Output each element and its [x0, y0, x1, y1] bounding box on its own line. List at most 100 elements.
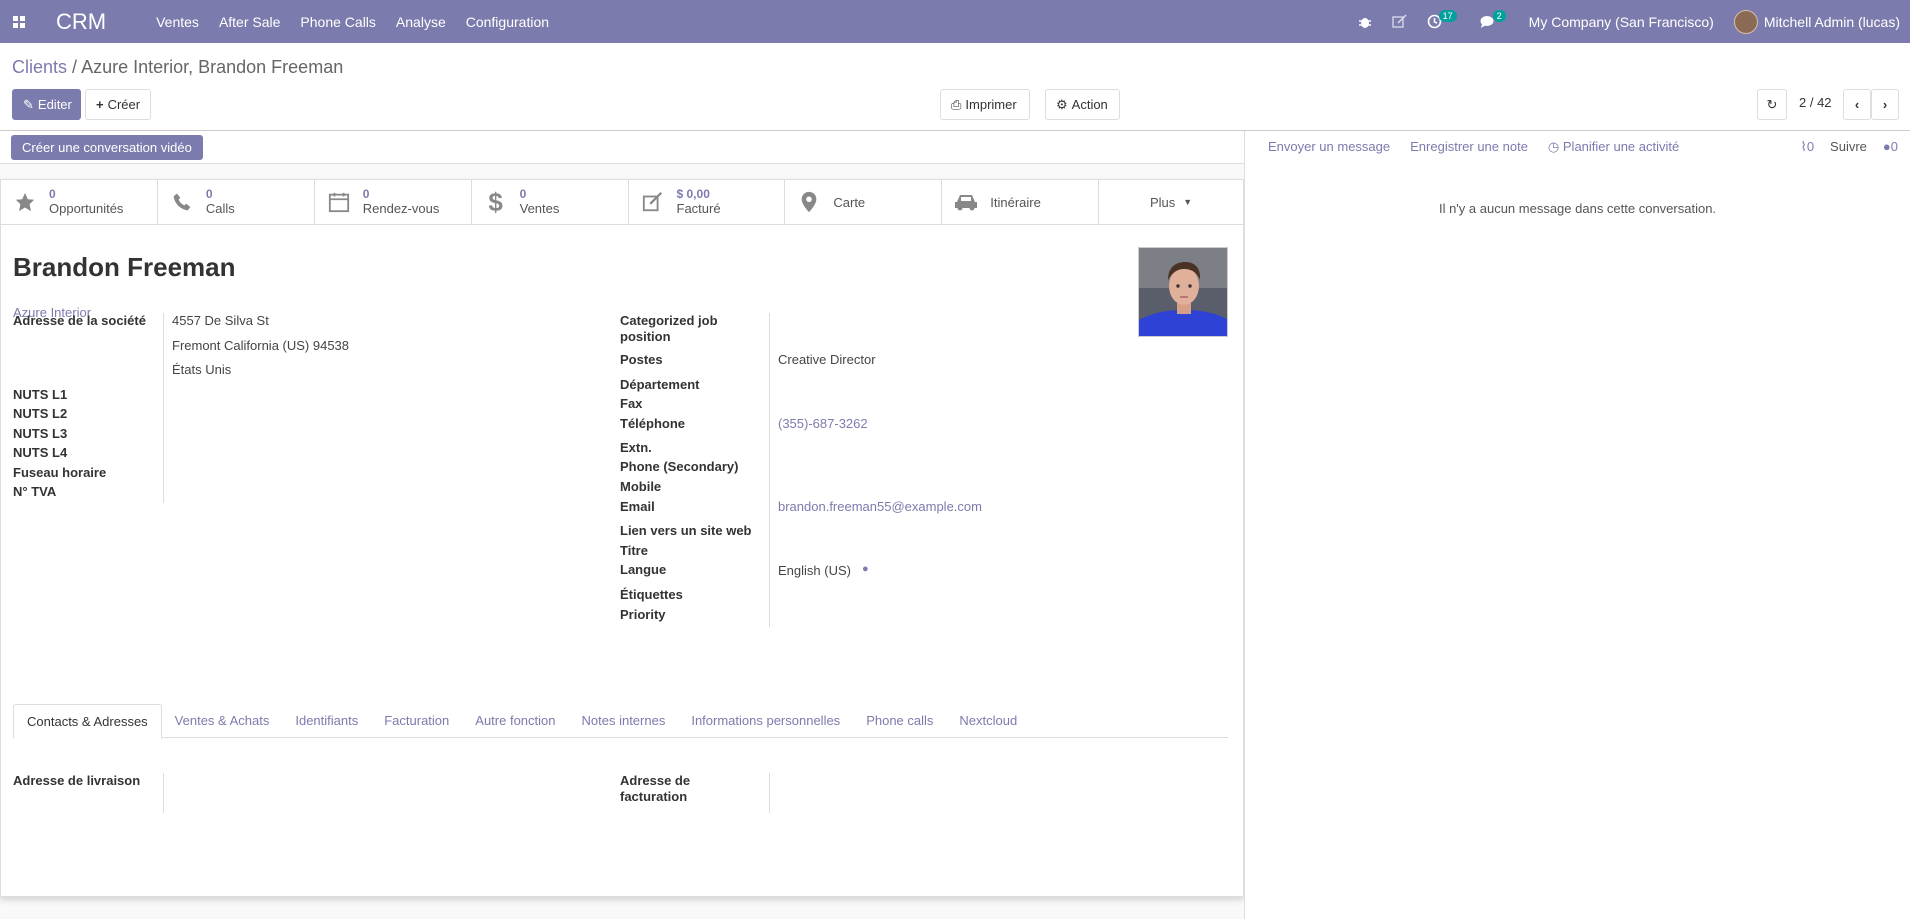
phone-field[interactable]: (355)-687-3262: [778, 416, 868, 432]
pager-value[interactable]: 2 / 42: [1799, 95, 1832, 110]
clock-icon: ◷: [1547, 139, 1563, 154]
stat-value: 0: [205, 187, 213, 201]
mobile-label: Mobile: [620, 479, 662, 494]
stat-invoiced[interactable]: $ 0,00 Facturé: [629, 180, 786, 224]
stat-sales[interactable]: $ 0 Ventes: [472, 180, 629, 224]
partner-photo[interactable]: [1138, 247, 1228, 337]
stat-meetings[interactable]: 0 Rendez-vous: [315, 180, 472, 224]
menu-phone-calls[interactable]: Phone Calls: [290, 14, 386, 30]
systray: 17 2 My Company (San Francisco) Mitchell…: [1348, 0, 1910, 43]
partner-name: Brandon Freeman: [13, 252, 236, 282]
stat-map[interactable]: Carte: [785, 180, 943, 224]
messages-icon[interactable]: 2: [1470, 0, 1519, 43]
city-line-field[interactable]: Fremont California (US) 94538: [172, 338, 349, 354]
stat-label: Ventes: [519, 201, 560, 216]
apps-menu-icon[interactable]: [0, 0, 38, 43]
attachments-button[interactable]: ⌇0: [1800, 139, 1814, 155]
extension-label: Extn.: [620, 440, 652, 455]
tab-nextcloud[interactable]: Nextcloud: [946, 704, 1030, 737]
email-label: Email: [620, 499, 655, 514]
stat-opportunities[interactable]: 0 Opportunités: [1, 180, 158, 224]
language-label: Langue: [620, 562, 667, 577]
stat-more[interactable]: Plus ▼: [1099, 180, 1243, 224]
reload-button[interactable]: ↻: [1757, 89, 1787, 120]
website-label: Lien vers un site web: [620, 523, 752, 538]
postes-label: Postes: [620, 352, 663, 367]
plus-icon: +: [96, 97, 104, 112]
nuts4-label: NUTS L4: [13, 445, 68, 460]
stat-label: Opportunités: [49, 201, 124, 216]
menu-configuration[interactable]: Configuration: [456, 14, 559, 30]
edit-icon[interactable]: [1382, 0, 1417, 43]
app-title[interactable]: CRM: [56, 9, 106, 35]
tags-label: Étiquettes: [620, 587, 683, 602]
user-menu[interactable]: Mitchell Admin (lucas): [1724, 0, 1910, 43]
categorized-job-label: Categorized job position: [620, 313, 718, 344]
vat-label: N° TVA: [13, 484, 57, 499]
activity-icon[interactable]: 17: [1417, 0, 1470, 43]
tab-identifiers[interactable]: Identifiants: [282, 704, 371, 737]
street-field[interactable]: 4557 De Silva St: [172, 313, 269, 329]
edit-button[interactable]: ✎ Editer: [12, 89, 81, 120]
control-panel: Clients / Azure Interior, Brandon Freema…: [0, 43, 1910, 131]
breadcrumb-current: Azure Interior, Brandon Freeman: [81, 57, 344, 77]
bug-icon[interactable]: [1348, 0, 1382, 43]
department-label: Département: [620, 377, 700, 392]
create-label: Créer: [107, 97, 141, 112]
chatter-topbar: Envoyer un message Enregistrer une note …: [1268, 139, 1679, 155]
stat-label: Facturé: [676, 201, 721, 216]
phone-icon: [170, 190, 194, 214]
company-address-label: Adresse de la société: [13, 313, 146, 328]
log-note-button[interactable]: Enregistrer une note: [1410, 139, 1528, 155]
pager-next[interactable]: ›: [1871, 89, 1899, 120]
nuts2-label: NUTS L2: [13, 406, 68, 421]
form-sheet: 0 Opportunités 0 Calls 0 Rendez-vous $ 0 Ven…: [0, 179, 1244, 897]
globe-icon[interactable]: ●: [862, 563, 869, 575]
chevron-right-icon: ›: [1882, 97, 1888, 112]
tab-sales-purchases[interactable]: Ventes & Achats: [162, 704, 283, 737]
menu-after-sale[interactable]: After Sale: [209, 14, 290, 30]
nuts1-label: NUTS L1: [13, 387, 68, 402]
button-box: 0 Opportunités 0 Calls 0 Rendez-vous $ 0 Ven…: [1, 180, 1243, 225]
country-field[interactable]: États Unis: [172, 362, 231, 378]
email-field[interactable]: brandon.freeman55@example.com: [778, 499, 982, 515]
postes-field[interactable]: Creative Director: [778, 352, 876, 368]
notebook-tabs: Contacts & Adresses Ventes & Achats Iden…: [13, 704, 1228, 739]
stat-itinerary[interactable]: Itinéraire: [942, 180, 1100, 224]
tab-personal-info[interactable]: Informations personnelles: [678, 704, 853, 737]
field-separator: [163, 313, 164, 503]
language-field[interactable]: English (US): [778, 563, 851, 579]
tab-internal-notes[interactable]: Notes internes: [569, 704, 679, 737]
breadcrumb-parent[interactable]: Clients: [12, 57, 67, 77]
schedule-activity-button[interactable]: ◷ Planifier une activité: [1548, 139, 1679, 155]
pager-previous[interactable]: ‹: [1843, 89, 1871, 120]
chatter-empty-message: Il n'y a aucun message dans cette conver…: [1438, 201, 1717, 216]
menu-analyse[interactable]: Analyse: [386, 14, 456, 30]
tab-invoicing[interactable]: Facturation: [371, 704, 462, 737]
top-navbar: CRM Ventes After Sale Phone Calls Analys…: [0, 0, 1910, 43]
edit-icon: [641, 190, 665, 214]
print-button[interactable]: ⎙ Imprimer: [940, 89, 1030, 120]
caret-down-icon: ▼: [1183, 197, 1193, 207]
menu-ventes[interactable]: Ventes: [146, 14, 209, 30]
refresh-icon: ↻: [1766, 96, 1778, 112]
create-button[interactable]: + Créer: [85, 89, 151, 120]
chevron-left-icon: ‹: [1854, 97, 1860, 112]
timezone-label: Fuseau horaire: [13, 465, 107, 480]
tab-other-function[interactable]: Autre fonction: [462, 704, 568, 737]
tab-contacts-addresses[interactable]: Contacts & Adresses: [13, 704, 162, 739]
activity-badge: 17: [1438, 9, 1457, 22]
phone-secondary-label: Phone (Secondary): [620, 459, 739, 474]
user-icon: ●: [1882, 139, 1891, 154]
company-switcher[interactable]: My Company (San Francisco): [1519, 0, 1724, 43]
stat-calls[interactable]: 0 Calls: [158, 180, 315, 224]
followers-button[interactable]: ●0: [1883, 139, 1898, 155]
send-message-button[interactable]: Envoyer un message: [1268, 139, 1390, 155]
follow-button[interactable]: Suivre: [1830, 139, 1867, 155]
tab-phone-calls[interactable]: Phone calls: [853, 704, 946, 737]
stat-value: $ 0,00: [676, 187, 710, 201]
stat-label: Carte: [833, 194, 866, 210]
priority-label: Priority: [620, 607, 666, 622]
action-button[interactable]: ⚙ Action: [1045, 89, 1120, 120]
video-conversation-button[interactable]: Créer une conversation vidéo: [11, 135, 203, 160]
